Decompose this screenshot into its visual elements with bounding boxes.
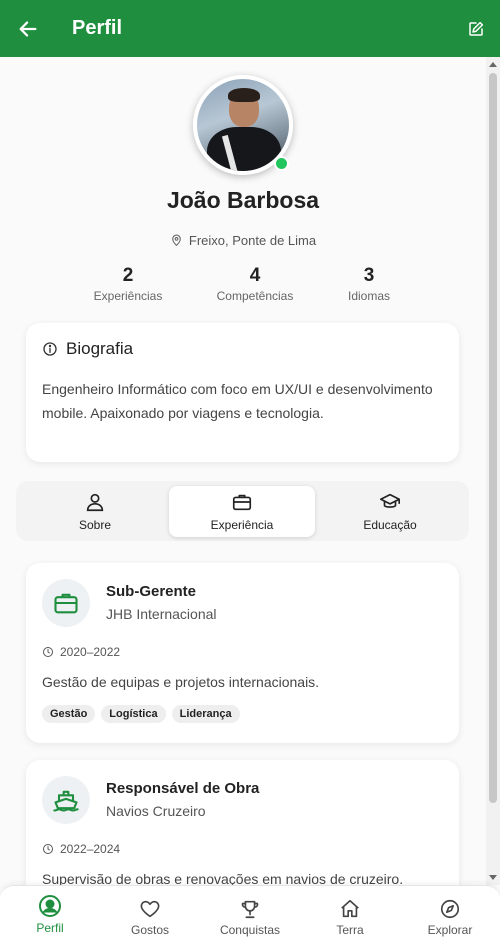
scrollbar-thumb[interactable]	[489, 73, 497, 803]
biography-card: Biografia Engenheiro Informático com foc…	[26, 323, 459, 462]
stat-experiences: 2 Experiências	[68, 265, 188, 303]
back-button[interactable]	[0, 0, 56, 57]
scroll-up-arrow[interactable]	[489, 62, 497, 67]
stat-value: 3	[363, 265, 375, 286]
location-text: Freixo, Ponte de Lima	[188, 233, 317, 248]
experience-period: 2020–2022	[42, 645, 120, 659]
nav-label: Terra	[336, 923, 364, 937]
nav-explore[interactable]: Explorar	[410, 898, 490, 937]
experience-period: 2022–2024	[42, 842, 120, 856]
stat-value: 4	[249, 265, 261, 286]
info-icon	[43, 342, 57, 356]
nav-likes[interactable]: Gostos	[110, 898, 190, 937]
stat-label: Experiências	[93, 289, 163, 303]
person-icon	[86, 493, 104, 512]
avatar[interactable]	[193, 75, 293, 175]
edit-icon	[469, 21, 484, 36]
tab-label: Experiência	[210, 518, 274, 532]
skill-tag: Gestão	[42, 705, 96, 723]
skill-tag: Liderança	[171, 705, 240, 723]
nav-label: Conquistas	[219, 923, 281, 937]
briefcase-icon	[232, 494, 252, 511]
experience-role: Responsável de Obra	[106, 780, 260, 797]
nav-label: Gostos	[130, 923, 169, 937]
edit-button[interactable]	[464, 17, 488, 41]
app-bar: Perfil	[0, 0, 500, 57]
home-icon	[341, 899, 359, 918]
profile-tabs: Sobre Experiência Educação	[16, 481, 469, 541]
tab-label: Educação	[363, 518, 417, 532]
experience-role: Sub-Gerente	[106, 583, 197, 600]
profile-content[interactable]: João Barbosa Freixo, Ponte de Lima 2 Exp…	[0, 57, 486, 885]
skill-tag: Logística	[101, 705, 166, 723]
tab-education[interactable]: Educação	[317, 486, 463, 537]
nav-land[interactable]: Terra	[310, 898, 390, 937]
nav-label: Perfil	[36, 921, 64, 935]
experience-company: Navios Cruzeiro	[106, 803, 206, 819]
stat-skills: 4 Competências	[195, 265, 315, 303]
experience-description: Supervisão de obras e renovações em navi…	[42, 871, 404, 885]
bottom-navigation: Perfil Gostos Conquistas Terra Explorar	[0, 885, 500, 946]
scrollbar[interactable]	[486, 57, 500, 885]
arrow-left-icon	[19, 20, 37, 37]
stat-languages: 3 Idiomas	[309, 265, 429, 303]
nav-achievements[interactable]: Conquistas	[210, 898, 290, 937]
nav-profile[interactable]: Perfil	[10, 894, 90, 935]
experience-company: JHB Internacional	[106, 606, 217, 622]
graduation-cap-icon	[380, 493, 400, 508]
scroll-down-arrow[interactable]	[489, 875, 497, 880]
experience-tags: Gestão Logística Liderança	[42, 705, 240, 723]
period-text: 2020–2022	[60, 645, 121, 659]
stat-value: 2	[122, 265, 134, 286]
briefcase-icon	[54, 593, 78, 614]
experience-card[interactable]: Responsável de Obra Navios Cruzeiro 2022…	[26, 760, 459, 885]
profile-name: João Barbosa	[166, 187, 320, 213]
heart-icon	[140, 900, 160, 918]
tab-about[interactable]: Sobre	[22, 486, 168, 537]
stat-label: Idiomas	[347, 289, 391, 303]
map-pin-icon	[172, 234, 181, 246]
clock-icon	[43, 844, 53, 854]
online-status-dot	[274, 156, 289, 171]
experience-icon	[42, 579, 90, 627]
period-text: 2022–2024	[60, 842, 121, 856]
nav-label: Explorar	[427, 923, 473, 937]
compass-icon	[440, 899, 460, 919]
tab-label: Sobre	[78, 518, 112, 532]
experience-card[interactable]: Sub-Gerente JHB Internacional 2020–2022 …	[26, 563, 459, 743]
experience-icon	[42, 776, 90, 824]
clock-icon	[43, 647, 53, 657]
trophy-icon	[241, 900, 259, 919]
biography-title: Biografia	[66, 339, 134, 358]
profile-icon	[39, 895, 61, 917]
page-title: Perfil	[72, 17, 123, 39]
ship-icon	[53, 790, 79, 812]
profile-location: Freixo, Ponte de Lima	[0, 233, 486, 248]
experience-description: Gestão de equipas e projetos internacion…	[42, 674, 320, 690]
tab-experience[interactable]: Experiência	[169, 486, 315, 537]
biography-text: Engenheiro Informático com foco em UX/UI…	[42, 381, 433, 421]
stat-label: Competências	[216, 289, 294, 303]
